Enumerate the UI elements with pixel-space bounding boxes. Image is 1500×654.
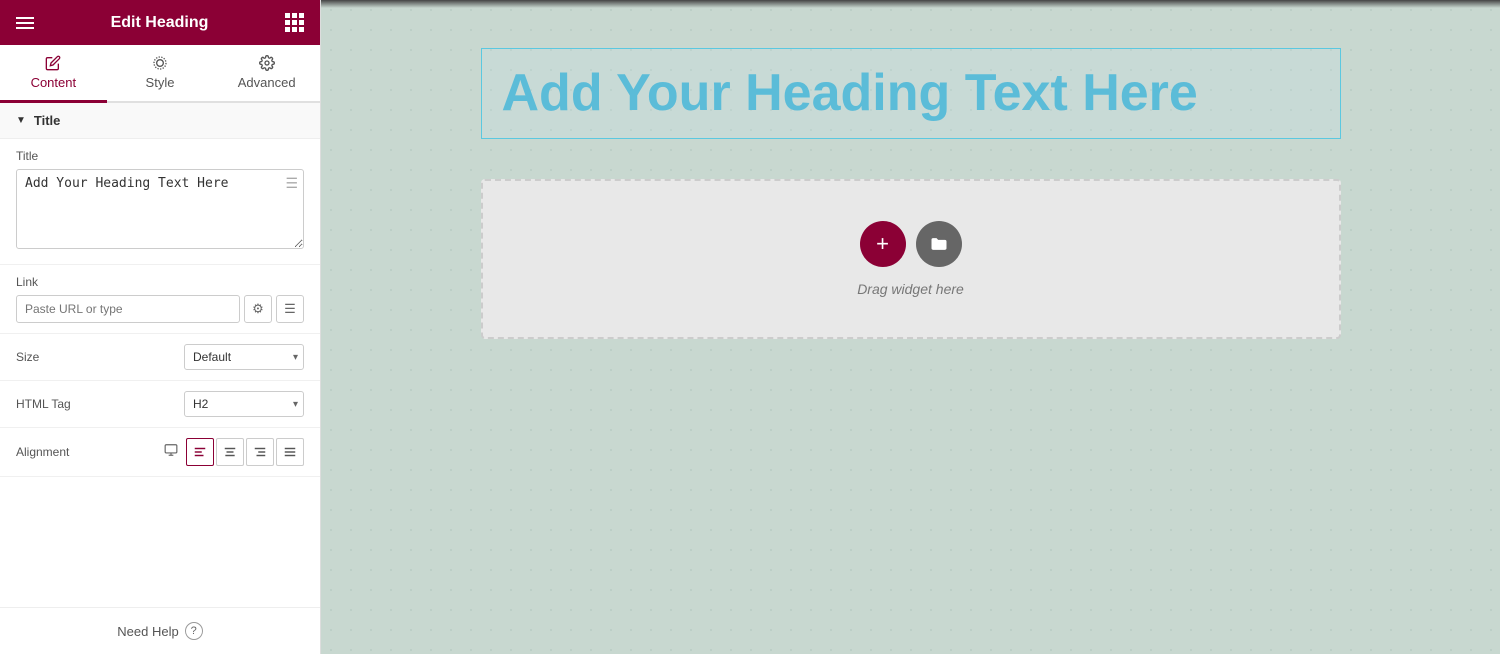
help-circle-icon[interactable]: ?	[185, 622, 203, 640]
drag-buttons-row: +	[860, 221, 962, 267]
alignment-field-group: Alignment	[0, 428, 320, 477]
link-input[interactable]	[16, 295, 240, 323]
dynamic-tags-icon[interactable]: ☰	[285, 175, 298, 192]
drag-widget-label: Drag widget here	[857, 281, 964, 297]
hamburger-menu-icon[interactable]	[16, 17, 34, 29]
canvas-area: Add Your Heading Text Here + Drag widget…	[321, 0, 1500, 654]
title-textarea[interactable]	[16, 169, 304, 249]
panel-footer: Need Help ?	[0, 607, 320, 654]
gear-icon	[259, 55, 275, 71]
add-widget-button[interactable]: +	[860, 221, 906, 267]
title-textarea-wrapper: ☰	[16, 169, 304, 254]
html-tag-field-group: HTML Tag H1 H2 H3 H4 H5 H6 div span p ▾	[0, 381, 320, 428]
panel-header: Edit Heading	[0, 0, 320, 45]
section-title-label: Title	[34, 113, 61, 128]
size-label: Size	[16, 350, 184, 364]
html-tag-select[interactable]: H1 H2 H3 H4 H5 H6 div span p	[184, 391, 304, 417]
chevron-down-icon: ▼	[16, 115, 26, 126]
link-label: Link	[16, 275, 304, 289]
style-icon	[152, 55, 168, 71]
heading-display-text: Add Your Heading Text Here	[502, 65, 1320, 122]
heading-widget[interactable]: Add Your Heading Text Here	[481, 48, 1341, 139]
pencil-icon	[45, 55, 61, 71]
html-tag-label: HTML Tag	[16, 397, 184, 411]
grid-menu-icon[interactable]	[285, 13, 304, 32]
section-title-header[interactable]: ▼ Title	[0, 103, 320, 139]
tab-content[interactable]: Content	[0, 45, 107, 103]
tab-advanced[interactable]: Advanced	[213, 45, 320, 103]
align-right-button[interactable]	[246, 438, 274, 466]
align-center-button[interactable]	[216, 438, 244, 466]
monitor-icon	[164, 443, 178, 462]
link-settings-icon[interactable]: ⚙	[244, 295, 272, 323]
canvas-top-bar	[321, 0, 1500, 8]
left-panel: Edit Heading Content Style	[0, 0, 321, 654]
link-field-group: Link ⚙ ☰	[0, 265, 320, 334]
canvas-inner: Add Your Heading Text Here + Drag widget…	[461, 8, 1361, 379]
panel-content: ▼ Title Title ☰ Link ⚙ ☰ Size De	[0, 103, 320, 654]
tabs-bar: Content Style Advanced	[0, 45, 320, 103]
drag-widget-zone[interactable]: + Drag widget here	[481, 179, 1341, 339]
widget-library-button[interactable]	[916, 221, 962, 267]
tab-style-label: Style	[146, 75, 175, 90]
title-label: Title	[16, 149, 304, 163]
size-field-group: Size Default Small Medium Large XL XXL ▾	[0, 334, 320, 381]
align-justify-button[interactable]	[276, 438, 304, 466]
tab-content-label: Content	[31, 75, 77, 90]
alignment-label: Alignment	[16, 445, 158, 459]
size-select-wrapper: Default Small Medium Large XL XXL ▾	[184, 344, 304, 370]
align-left-button[interactable]	[186, 438, 214, 466]
alignment-buttons	[186, 438, 304, 466]
link-row: ⚙ ☰	[16, 295, 304, 323]
need-help-row: Need Help ?	[16, 622, 304, 640]
need-help-label: Need Help	[117, 624, 178, 639]
size-select[interactable]: Default Small Medium Large XL XXL	[184, 344, 304, 370]
tab-advanced-label: Advanced	[238, 75, 296, 90]
tab-style[interactable]: Style	[107, 45, 214, 103]
html-tag-select-wrapper: H1 H2 H3 H4 H5 H6 div span p ▾	[184, 391, 304, 417]
title-field-group: Title ☰	[0, 139, 320, 265]
panel-title: Edit Heading	[111, 14, 209, 32]
link-dynamic-icon[interactable]: ☰	[276, 295, 304, 323]
